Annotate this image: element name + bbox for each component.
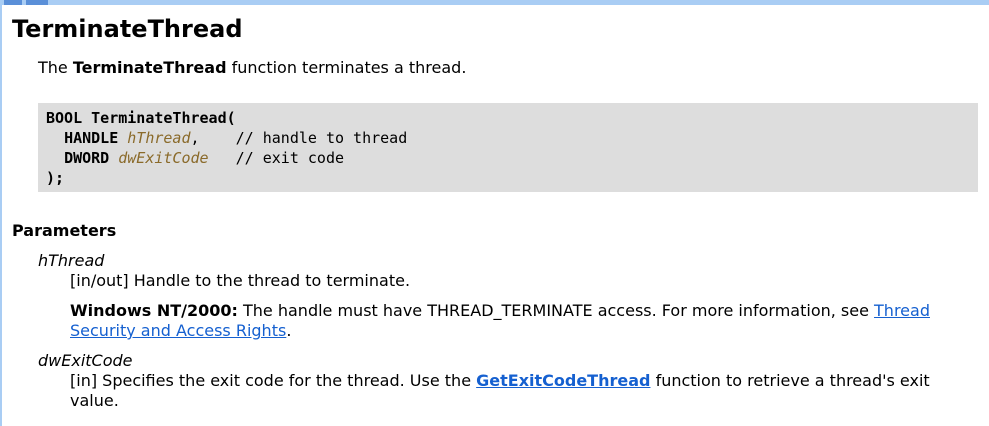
intro-prefix: The bbox=[38, 58, 73, 77]
top-banner-bar bbox=[0, 0, 989, 5]
param-desc-hthread: [in/out] Handle to the thread to termina… bbox=[70, 271, 411, 290]
param-note-hthread: Windows NT/2000: The handle must have TH… bbox=[70, 301, 970, 341]
param-name-dwexitcode: dwExitCode bbox=[38, 351, 133, 370]
param-desc-dwexitcode: [in] Specifies the exit code for the thr… bbox=[70, 371, 970, 411]
function-signature: TerminateThread( bbox=[91, 109, 236, 127]
param1-separator: , bbox=[190, 129, 200, 147]
intro-paragraph: The TerminateThread function terminates … bbox=[38, 58, 466, 78]
page-title: TerminateThread bbox=[12, 15, 243, 43]
banner-accent-segment bbox=[4, 0, 22, 5]
param1-name: hThread bbox=[127, 129, 191, 147]
param-name-hthread: hThread bbox=[38, 251, 105, 270]
closing-paren: ); bbox=[46, 169, 65, 187]
return-type: BOOL bbox=[46, 109, 83, 127]
intro-function-name: TerminateThread bbox=[72, 58, 227, 77]
param2-comment: // exit code bbox=[235, 149, 345, 167]
syntax-code-block: BOOL TerminateThread( HANDLE hThread, //… bbox=[38, 103, 978, 192]
left-border-rule bbox=[0, 5, 2, 426]
param2-type: DWORD bbox=[64, 149, 110, 167]
param2-name: dwExitCode bbox=[118, 149, 209, 167]
banner-accent-segment bbox=[26, 0, 48, 5]
platform-note-end: . bbox=[286, 321, 292, 340]
intro-suffix: function terminates a thread. bbox=[226, 58, 467, 77]
exitcode-desc-prefix: [in] Specifies the exit code for the thr… bbox=[70, 371, 477, 390]
platform-note-text: The handle must have THREAD_TERMINATE ac… bbox=[237, 301, 875, 320]
platform-note-label: Windows NT/2000: bbox=[70, 301, 238, 320]
param1-comment: // handle to thread bbox=[235, 129, 408, 147]
getexitcodethread-link[interactable]: GetExitCodeThread bbox=[476, 371, 650, 390]
parameters-heading: Parameters bbox=[12, 221, 117, 240]
param1-type: HANDLE bbox=[64, 129, 119, 147]
